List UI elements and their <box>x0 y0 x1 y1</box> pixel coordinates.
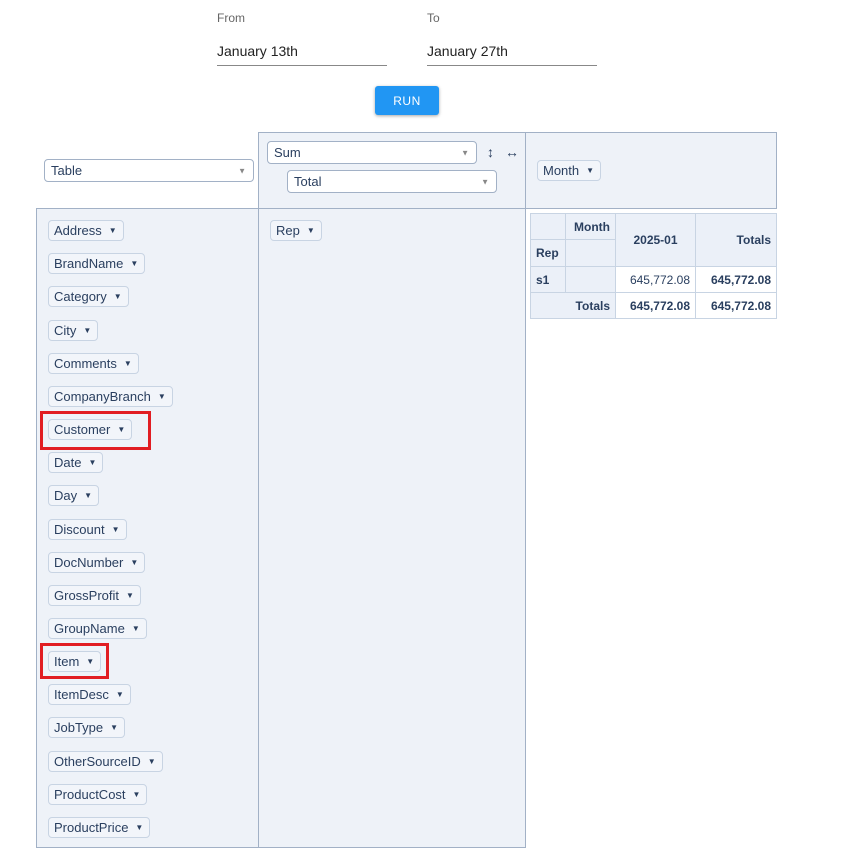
attribute-label: Day <box>54 488 78 503</box>
run-button[interactable]: RUN <box>375 86 439 115</box>
attribute-label: OtherSourceID <box>54 754 141 769</box>
row-sort-icon[interactable]: ↕ <box>487 144 494 160</box>
attribute-othersourceid[interactable]: OtherSourceID ▼ <box>48 751 163 772</box>
attribute-itemdesc[interactable]: ItemDesc ▼ <box>48 684 131 705</box>
row-attr-spacer <box>565 239 616 267</box>
triangle-down-icon: ▼ <box>157 392 166 401</box>
triangle-down-icon: ▼ <box>131 624 140 633</box>
value-field-select[interactable]: Total ▼ <box>287 170 497 193</box>
to-date-field[interactable]: January 27th <box>427 43 597 66</box>
chevron-down-icon: ▼ <box>461 148 469 157</box>
triangle-down-icon: ▼ <box>84 491 93 500</box>
row-field-rep[interactable]: Rep ▼ <box>270 220 322 241</box>
column-sort-icon[interactable]: ↔ <box>505 144 519 160</box>
attribute-brandname[interactable]: BrandName ▼ <box>48 253 146 274</box>
to-label: To <box>427 11 440 25</box>
triangle-down-icon: ▼ <box>113 292 122 301</box>
aggregator-select-value: Sum <box>274 145 301 160</box>
renderer-select[interactable]: Table ▼ <box>44 159 254 182</box>
pivot-table: Month 2025-01 Totals Rep s1 645,772.08 6… <box>530 213 777 319</box>
attribute-date[interactable]: Date ▼ <box>48 452 104 473</box>
attribute-label: Address <box>54 223 102 238</box>
attribute-day[interactable]: Day ▼ <box>48 485 100 506</box>
attribute-discount[interactable]: Discount ▼ <box>48 519 127 540</box>
attribute-address[interactable]: Address ▼ <box>48 220 124 241</box>
value-field-select-value: Total <box>294 174 322 189</box>
column-field-label: Month <box>543 163 580 178</box>
attribute-docnumber[interactable]: DocNumber ▼ <box>48 552 146 573</box>
col-totals-header: Totals <box>695 213 777 267</box>
table-cell[interactable]: 645,772.08 <box>615 266 696 293</box>
attribute-label: GrossProfit <box>54 588 120 603</box>
chevron-down-icon: ▼ <box>238 166 246 175</box>
triangle-down-icon: ▼ <box>126 591 134 600</box>
table-corner <box>530 213 566 240</box>
triangle-down-icon: ▼ <box>306 226 315 235</box>
col-attr-header: Month <box>565 213 616 240</box>
triangle-down-icon: ▼ <box>130 259 139 268</box>
triangle-down-icon: ▼ <box>110 723 119 732</box>
triangle-down-icon: ▼ <box>130 558 139 567</box>
attribute-label: CompanyBranch <box>54 389 151 404</box>
attribute-label: City <box>54 323 77 338</box>
attribute-label: Date <box>54 455 82 470</box>
row-label: s1 <box>530 266 566 293</box>
row-attr-header: Rep <box>530 239 566 267</box>
renderer-select-value: Table <box>51 163 83 178</box>
attribute-label: ProductPrice <box>54 820 129 835</box>
attribute-grossprofit[interactable]: GrossProfit ▼ <box>48 585 141 606</box>
triangle-down-icon: ▼ <box>123 359 132 368</box>
chevron-down-icon: ▼ <box>481 177 489 186</box>
attribute-label: GroupName <box>54 621 125 636</box>
triangle-down-icon: ▼ <box>147 757 156 766</box>
row-field-label: Rep <box>276 223 300 238</box>
attribute-productprice[interactable]: ProductPrice ▼ <box>48 817 151 838</box>
column-field-month[interactable]: Month ▼ <box>537 160 602 181</box>
row-label-spacer <box>565 266 616 293</box>
table-row: s1 645,772.08 645,772.08 <box>530 266 777 293</box>
attribute-category[interactable]: Category ▼ <box>48 286 129 307</box>
attribute-label: Category <box>54 289 107 304</box>
item-highlight-box <box>40 643 109 679</box>
triangle-down-icon: ▼ <box>111 525 120 534</box>
row-fields-area <box>258 208 526 848</box>
triangle-down-icon: ▼ <box>88 458 97 467</box>
triangle-down-icon: ▼ <box>586 166 595 175</box>
totals-row: Totals 645,772.08 645,772.08 <box>530 292 777 319</box>
col-total-cell[interactable]: 645,772.08 <box>615 292 696 319</box>
attribute-label: Comments <box>54 356 117 371</box>
grand-total-cell[interactable]: 645,772.08 <box>695 292 777 319</box>
totals-row-label: Totals <box>530 292 616 319</box>
attribute-groupname[interactable]: GroupName ▼ <box>48 618 147 639</box>
row-total-cell[interactable]: 645,772.08 <box>695 266 777 293</box>
attribute-jobtype[interactable]: JobType ▼ <box>48 717 126 738</box>
col-header: 2025-01 <box>615 213 696 267</box>
aggregator-select[interactable]: Sum ▼ <box>267 141 477 164</box>
attribute-productcost[interactable]: ProductCost ▼ <box>48 784 148 805</box>
attribute-label: ProductCost <box>54 787 126 802</box>
attribute-label: DocNumber <box>54 555 124 570</box>
triangle-down-icon: ▼ <box>83 326 92 335</box>
triangle-down-icon: ▼ <box>135 823 144 832</box>
triangle-down-icon: ▼ <box>132 790 141 799</box>
triangle-down-icon: ▼ <box>108 226 117 235</box>
attribute-label: ItemDesc <box>54 687 109 702</box>
from-label: From <box>217 11 245 25</box>
attribute-label: BrandName <box>54 256 124 271</box>
from-date-field[interactable]: January 13th <box>217 43 387 66</box>
attribute-city[interactable]: City ▼ <box>48 320 99 341</box>
attribute-label: Discount <box>54 522 105 537</box>
attribute-companybranch[interactable]: CompanyBranch ▼ <box>48 386 173 407</box>
customer-highlight-box <box>40 411 151 450</box>
triangle-down-icon: ▼ <box>115 690 124 699</box>
attribute-label: JobType <box>54 720 104 735</box>
attribute-comments[interactable]: Comments ▼ <box>48 353 139 374</box>
